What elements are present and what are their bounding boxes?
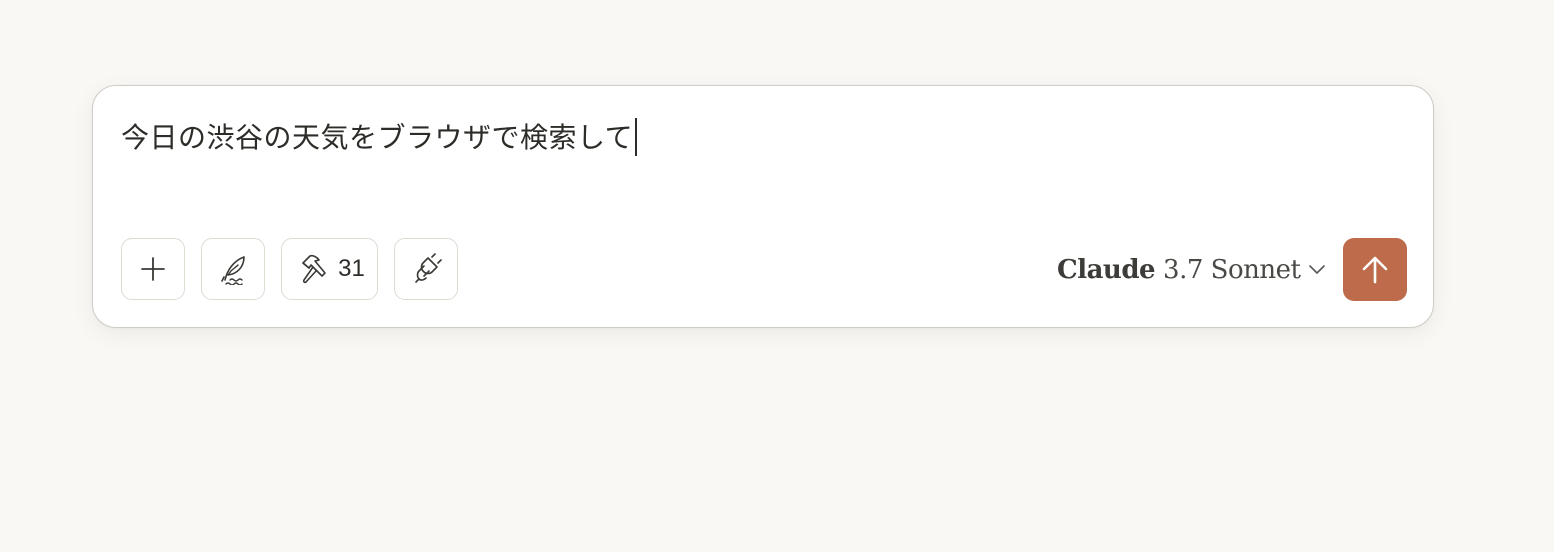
chevron-down-icon [1308, 264, 1326, 276]
model-version: 3.7 Sonnet [1163, 255, 1301, 285]
hammer-icon [298, 253, 330, 285]
model-selector[interactable]: Claude 3.7 Sonnet [1057, 250, 1326, 290]
plus-icon [139, 255, 167, 283]
arrow-up-icon [1360, 254, 1390, 286]
prompt-input[interactable]: 今日の渋谷の天気をブラウザで検索して [121, 116, 638, 160]
tools-button[interactable]: 31 [281, 238, 378, 300]
integrations-button[interactable] [394, 238, 458, 300]
prompt-input-text: 今日の渋谷の天気をブラウザで検索して [121, 121, 634, 154]
model-brand: Claude [1057, 255, 1156, 285]
send-button[interactable] [1343, 238, 1407, 301]
chat-composer: 今日の渋谷の天気をブラウザで検索して 31 Claude 3.7 Sonnet [92, 85, 1434, 328]
style-button[interactable] [201, 238, 265, 300]
text-caret [635, 118, 638, 156]
tools-count: 31 [338, 255, 365, 282]
plug-icon [410, 253, 442, 285]
attach-button[interactable] [121, 238, 185, 300]
feather-icon [218, 253, 248, 285]
